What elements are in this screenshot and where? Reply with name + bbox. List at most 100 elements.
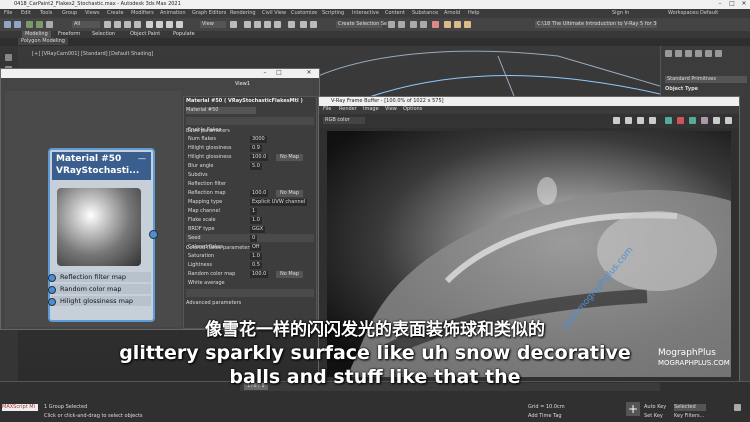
menu-modifiers[interactable]: Modifiers — [131, 10, 154, 17]
menu-arnold[interactable]: Arnold — [444, 10, 460, 17]
align-icon[interactable] — [310, 21, 317, 28]
bind-icon[interactable] — [46, 21, 53, 28]
param-row[interactable]: Blur angle 5.0 — [186, 163, 314, 171]
minimize-button[interactable]: – — [716, 1, 724, 7]
param-row[interactable]: Enable flakes — [186, 127, 314, 135]
render-setup-icon[interactable] — [444, 21, 451, 28]
pivot-icon[interactable] — [230, 21, 237, 28]
input-socket-icon[interactable] — [48, 286, 56, 294]
region-render-icon[interactable] — [649, 117, 656, 124]
modify-tab-icon[interactable] — [675, 50, 682, 57]
map-button[interactable]: No Map — [276, 271, 303, 278]
move-icon[interactable] — [146, 21, 153, 28]
menu-views[interactable]: Views — [85, 10, 99, 17]
menu-group[interactable]: Group — [62, 10, 77, 17]
vfb-menu-options[interactable]: Options — [403, 106, 422, 113]
param-value[interactable]: GGX — [250, 226, 266, 233]
motion-tab-icon[interactable] — [695, 50, 702, 57]
selection-set-dropdown[interactable]: Create Selection Se — [336, 21, 387, 28]
menu-civil-view[interactable]: Civil View — [262, 10, 286, 17]
utilities-tab-icon[interactable] — [715, 50, 722, 57]
rollout-basic-parameters[interactable]: Basic parameters — [186, 117, 314, 134]
view-tab[interactable]: View1 — [235, 81, 250, 88]
param-value[interactable]: 1.0 — [250, 253, 262, 260]
project-path[interactable]: C:\18 The Ultimate Introduction to V-Ray… — [535, 21, 657, 28]
menu-edit[interactable]: Edit — [21, 10, 31, 17]
render-icon[interactable] — [713, 117, 720, 124]
param-row[interactable]: Map channel 1 — [186, 208, 314, 216]
material-node[interactable]: Material #50 VRayStochasti... — Reflecti… — [48, 148, 158, 322]
rect-select-icon[interactable] — [124, 21, 131, 28]
slot-random-color-map[interactable]: Random color map — [48, 284, 151, 294]
select-by-name-icon[interactable] — [114, 21, 121, 28]
redo-icon[interactable] — [14, 21, 21, 28]
param-row[interactable]: Random color map 100.0 No Map — [186, 271, 314, 279]
auto-key-button[interactable]: Auto Key — [644, 404, 666, 411]
param-value[interactable]: Off — [250, 244, 262, 251]
param-row[interactable]: Flake scale 1.0 — [186, 217, 314, 225]
set-key-button[interactable]: Set Key — [644, 413, 663, 420]
slot-reflection-filter-map[interactable]: Reflection filter map — [48, 272, 151, 282]
me-minimize-button[interactable]: – — [261, 70, 269, 76]
param-value[interactable]: 100.0 — [250, 154, 269, 161]
param-row[interactable]: Seed 0 — [186, 235, 314, 243]
save-image-icon[interactable] — [613, 117, 620, 124]
signin-button[interactable]: Sign In — [612, 10, 629, 17]
material-editor-icon[interactable] — [432, 21, 439, 28]
edit-named-selection-icon[interactable] — [288, 21, 295, 28]
menu-interactive[interactable]: Interactive — [352, 10, 379, 17]
menu-graph-editors[interactable]: Graph Editors — [192, 10, 226, 17]
key-selection-dropdown[interactable]: Selected — [674, 404, 706, 411]
percent-snap-icon[interactable] — [264, 21, 271, 28]
vfb-menu-render[interactable]: Render — [339, 106, 357, 113]
scale-icon[interactable] — [166, 21, 173, 28]
menu-help[interactable]: Help — [468, 10, 479, 17]
curve-editor-icon[interactable] — [410, 21, 417, 28]
mirror-icon[interactable] — [300, 21, 307, 28]
viewport-label[interactable]: [+] [VRayCam001] [Standard] [Default Sha… — [32, 51, 153, 58]
param-row[interactable]: Lightness 0.5 — [186, 262, 314, 270]
window-crossing-icon[interactable] — [134, 21, 141, 28]
angle-snap-icon[interactable] — [254, 21, 261, 28]
key-filters-button[interactable]: Key Filters... — [674, 413, 704, 420]
maxscript-listener[interactable]: MAXScript Mi — [2, 404, 38, 411]
param-value[interactable]: Explicit UVW channel — [250, 199, 308, 206]
node-collapse-icon[interactable]: — — [138, 154, 146, 163]
set-key-plus-icon[interactable]: + — [626, 402, 640, 416]
param-row[interactable]: White average — [186, 280, 314, 288]
param-row[interactable]: Subdivs — [186, 172, 314, 180]
object-type-rollout[interactable]: Object Type — [665, 86, 698, 93]
input-socket-icon[interactable] — [48, 274, 56, 282]
output-socket-icon[interactable] — [149, 230, 158, 239]
vfb-menu-file[interactable]: File — [323, 106, 331, 113]
menu-rendering[interactable]: Rendering — [230, 10, 256, 17]
track-mouse-icon[interactable] — [637, 117, 644, 124]
polygon-modeling-panel[interactable]: Polygon Modeling — [18, 38, 68, 45]
layer-explorer-icon[interactable] — [398, 21, 405, 28]
rollout-advanced-parameters[interactable]: Advanced parameters — [186, 289, 314, 306]
stop-render-icon[interactable] — [677, 117, 684, 124]
menu-customize[interactable]: Customize — [291, 10, 317, 17]
viewport-layout-icon[interactable] — [5, 54, 12, 61]
schematic-view-icon[interactable] — [420, 21, 427, 28]
param-value[interactable]: 5.0 — [250, 163, 262, 170]
scene-explorer-icon[interactable] — [388, 21, 395, 28]
map-button[interactable]: No Map — [276, 190, 303, 197]
param-value[interactable]: 100.0 — [250, 271, 269, 278]
me-maximize-button[interactable]: □ — [275, 70, 283, 76]
map-button[interactable]: No Map — [276, 154, 303, 161]
ribbon-tab-modeling[interactable]: Modeling — [22, 31, 51, 38]
select-icon[interactable] — [104, 21, 111, 28]
param-row[interactable]: Saturation 1.0 — [186, 253, 314, 261]
input-socket-icon[interactable] — [48, 298, 56, 306]
selection-filter-dropdown[interactable]: All — [72, 21, 100, 28]
reference-coord-dropdown[interactable]: View — [200, 21, 226, 28]
param-value[interactable]: 0 — [250, 235, 258, 242]
maximize-button[interactable]: □ — [728, 1, 736, 7]
param-value[interactable]: 0.9 — [250, 145, 262, 152]
menu-tools[interactable]: Tools — [40, 10, 52, 17]
render-last-icon[interactable] — [689, 117, 696, 124]
rotate-icon[interactable] — [156, 21, 163, 28]
param-row[interactable]: Colored flakes Off — [186, 244, 314, 252]
param-row[interactable]: BRDF type GGX — [186, 226, 314, 234]
